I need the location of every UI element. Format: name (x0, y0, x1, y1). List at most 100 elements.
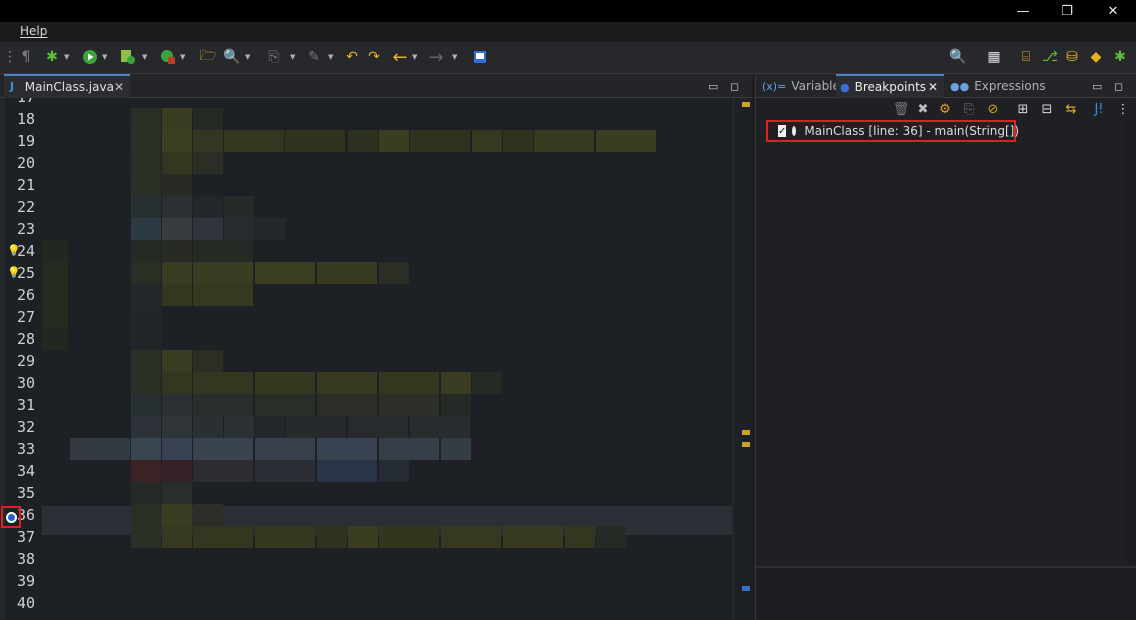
obscured-code-block (42, 240, 68, 262)
search-dropdown-icon[interactable]: ▼ (245, 53, 250, 61)
lightbulb-icon[interactable]: 💡 (7, 244, 21, 257)
editor-overview-ruler[interactable] (733, 98, 752, 620)
lightbulb-icon[interactable]: 💡 (7, 266, 21, 279)
minimize-editor-icon[interactable]: ▭ (708, 80, 718, 93)
line-number: 20 (17, 154, 36, 172)
obscured-code-block (193, 350, 223, 372)
back-icon[interactable]: ← (390, 47, 410, 68)
git-perspective-icon[interactable]: ⎇ (1040, 47, 1060, 67)
external-tools-button[interactable] (158, 47, 178, 67)
tab-variables[interactable]: (x)= Variables (758, 74, 846, 98)
overview-marker[interactable] (742, 430, 750, 435)
line-number: 32 (17, 418, 36, 436)
run-button[interactable] (80, 47, 100, 67)
minimize-button[interactable]: — (1000, 0, 1046, 22)
breakpoint-marker[interactable] (1, 506, 21, 528)
obscured-code-block (162, 416, 192, 438)
search-icon[interactable]: 🔍 (222, 47, 242, 67)
obscured-code-block (162, 482, 192, 504)
back-dropdown-icon[interactable]: ▼ (412, 53, 417, 61)
prev-edit-icon[interactable]: ↶ (342, 47, 362, 67)
database-perspective-icon[interactable]: ⛁ (1062, 47, 1082, 67)
breakpoints-scrollbar[interactable] (1125, 120, 1136, 566)
tab-expressions[interactable]: ●● Expressions (946, 74, 1046, 98)
obscured-code-block (193, 504, 223, 526)
last-edit-icon (474, 51, 486, 63)
toolbar-search-icon[interactable]: 🔍 (948, 47, 968, 67)
line-number-gutter[interactable]: 1718192021222324💡25💡26272829303132333435… (5, 98, 41, 620)
menu-help[interactable]: Help (20, 24, 47, 38)
skip-all-breakpoints-icon[interactable]: ⊘ (984, 100, 1002, 118)
obscured-code-block (193, 284, 253, 306)
java-file-icon: J (10, 80, 15, 93)
next-annotation-icon[interactable]: ↷ (364, 47, 384, 67)
forward-icon[interactable]: → (426, 47, 446, 68)
obscured-code-block (42, 306, 68, 328)
obscured-code-block (162, 174, 192, 196)
maximize-view-icon[interactable]: ◻ (1114, 80, 1123, 93)
show-supported-breakpoints-icon[interactable]: ⚙ (936, 100, 954, 118)
line-number: 40 (17, 594, 36, 612)
view-menu-icon[interactable]: ⋮ (1114, 100, 1132, 118)
code-editor[interactable]: 1718192021222324💡25💡26272829303132333435… (0, 98, 752, 620)
obscured-code-block (193, 416, 223, 438)
open-type-icon[interactable]: 🗁 (198, 47, 218, 67)
obscured-code-block (131, 218, 161, 240)
obscured-code-block (162, 350, 192, 372)
breakpoint-detail-pane[interactable] (756, 568, 1136, 620)
overview-marker[interactable] (742, 102, 750, 107)
close-window-button[interactable]: ✕ (1090, 0, 1136, 22)
debug-icon[interactable]: ✱ (42, 47, 62, 67)
obscured-code-block (379, 130, 409, 152)
obscured-code-block (410, 130, 470, 152)
obscured-code-block (162, 152, 192, 174)
obscured-code-block (255, 394, 315, 416)
tab-mainclass-java[interactable]: J MainClass.java ✕ (4, 74, 130, 98)
go-to-file-icon[interactable]: ⎘ (960, 100, 978, 118)
overview-breakpoint-marker[interactable] (742, 586, 750, 591)
open-perspective-icon[interactable]: ▦ (984, 47, 1004, 67)
close-tab-icon[interactable]: ✕ (114, 80, 124, 94)
remove-all-breakpoints-icon[interactable]: ✖ (914, 100, 932, 118)
git-icon[interactable]: ◆ (1086, 47, 1106, 67)
close-tab-icon[interactable]: ✕ (928, 80, 938, 94)
obscured-code-block (193, 372, 253, 394)
last-edit-button[interactable] (470, 47, 490, 67)
maximize-editor-icon[interactable]: ◻ (730, 80, 739, 93)
run-dropdown-icon[interactable]: ▼ (102, 53, 107, 61)
collapse-all-icon[interactable]: ⊟ (1038, 100, 1056, 118)
annotation-dropdown-icon[interactable]: ▼ (290, 53, 295, 61)
expand-all-icon[interactable]: ⊞ (1014, 100, 1032, 118)
link-with-debug-view-icon[interactable]: ⇆ (1062, 100, 1080, 118)
forward-dropdown-icon[interactable]: ▼ (452, 53, 457, 61)
remove-breakpoint-icon[interactable]: 🗑 (892, 100, 910, 118)
breakpoints-icon: ● (840, 80, 850, 94)
coverage-button[interactable] (118, 47, 138, 67)
obscured-code-block (503, 130, 533, 152)
line-number: 19 (17, 132, 36, 150)
add-java-exception-icon[interactable]: J! (1090, 100, 1108, 118)
debug-perspective-icon[interactable]: ✱ (1110, 47, 1130, 67)
java-perspective-icon[interactable]: ⌸ (1016, 47, 1036, 67)
obscured-code-block (162, 504, 192, 526)
breakpoint-item[interactable]: ✓ MainClass [line: 36] - main(String[]) (766, 120, 1019, 142)
obscured-code-block (162, 130, 192, 152)
breakpoint-checkbox[interactable]: ✓ (778, 125, 787, 137)
pin-editor-icon[interactable]: ✎ (304, 47, 324, 67)
obscured-code-block (42, 262, 68, 284)
line-number: 39 (17, 572, 36, 590)
show-whitespace-icon[interactable]: ¶ (16, 47, 36, 67)
breakpoints-list[interactable]: ✓ MainClass [line: 36] - main(String[]) (756, 120, 1136, 566)
external-tools-dropdown-icon[interactable]: ▼ (180, 53, 185, 61)
obscured-code-block (379, 460, 409, 482)
overview-marker[interactable] (742, 442, 750, 447)
debug-dropdown-icon[interactable]: ▼ (64, 53, 69, 61)
pin-dropdown-icon[interactable]: ▼ (328, 53, 333, 61)
annotation-icon[interactable]: ⎘ (264, 47, 284, 67)
obscured-code-block (348, 416, 408, 438)
minimize-view-icon[interactable]: ▭ (1092, 80, 1102, 93)
obscured-code-block (193, 438, 253, 460)
restore-button[interactable]: ❐ (1044, 0, 1090, 22)
tab-breakpoints[interactable]: ● Breakpoints ✕ (836, 74, 944, 98)
coverage-dropdown-icon[interactable]: ▼ (142, 53, 147, 61)
